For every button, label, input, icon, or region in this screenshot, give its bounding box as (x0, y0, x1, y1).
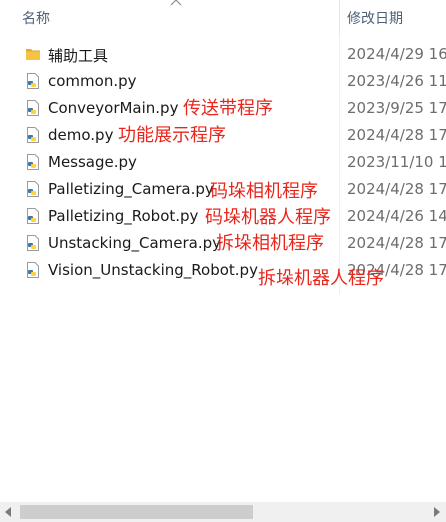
scroll-left-icon[interactable] (4, 507, 12, 517)
file-date: 2024/4/28 17: (347, 180, 446, 198)
file-date: 2024/4/26 14: (347, 207, 446, 225)
scroll-right-icon[interactable] (433, 507, 441, 517)
annotation-vision-unstacking-robot: 拆垛机器人程序 (258, 268, 384, 289)
python-file-icon (27, 73, 39, 89)
annotation-palletizing-camera: 码垛相机程序 (210, 181, 318, 202)
file-date: 2024/4/29 16: (347, 45, 446, 63)
file-date: 2024/4/28 17: (347, 126, 446, 144)
python-file-icon (27, 154, 39, 170)
annotation-conveyor: 传送带程序 (183, 98, 273, 119)
python-file-icon (27, 127, 39, 143)
list-item[interactable]: common.py 2023/4/26 11: (0, 68, 446, 94)
column-divider[interactable] (339, 0, 340, 34)
annotation-demo: 功能展示程序 (118, 125, 226, 146)
annotation-palletizing-robot: 码垛机器人程序 (205, 207, 331, 228)
scrollbar-thumb[interactable] (20, 505, 253, 519)
file-name: Unstacking_Camera.py (48, 234, 222, 252)
file-name: Vision_Unstacking_Robot.py (48, 261, 258, 279)
annotation-unstacking-camera: 拆垛相机程序 (216, 233, 324, 254)
file-name: 辅助工具 (48, 47, 109, 65)
column-header: 名称 修改日期 (0, 0, 446, 34)
file-name: common.py (48, 72, 137, 90)
python-file-icon (27, 100, 39, 116)
file-name: Palletizing_Camera.py (48, 180, 214, 198)
list-item[interactable]: 辅助工具 2024/4/29 16: (0, 41, 446, 67)
horizontal-scrollbar[interactable] (0, 502, 446, 522)
folder-icon (26, 49, 40, 60)
python-file-icon (27, 208, 39, 224)
file-name: Message.py (48, 153, 137, 171)
python-file-icon (27, 235, 39, 251)
file-date: 2023/9/25 17: (347, 99, 446, 117)
file-name: ConveyorMain.py (48, 99, 179, 117)
python-file-icon (27, 262, 39, 278)
python-file-icon (27, 181, 39, 197)
file-date: 2023/11/10 1 (347, 153, 446, 171)
file-name: demo.py (48, 126, 114, 144)
column-header-date-modified[interactable]: 修改日期 (347, 8, 403, 28)
column-header-name[interactable]: 名称 (22, 8, 50, 28)
file-date: 2023/4/26 11: (347, 72, 446, 90)
file-name: Palletizing_Robot.py (48, 207, 199, 225)
sort-ascending-icon (170, 0, 182, 6)
list-item[interactable]: Message.py 2023/11/10 1 (0, 149, 446, 175)
file-date: 2024/4/28 17: (347, 234, 446, 252)
